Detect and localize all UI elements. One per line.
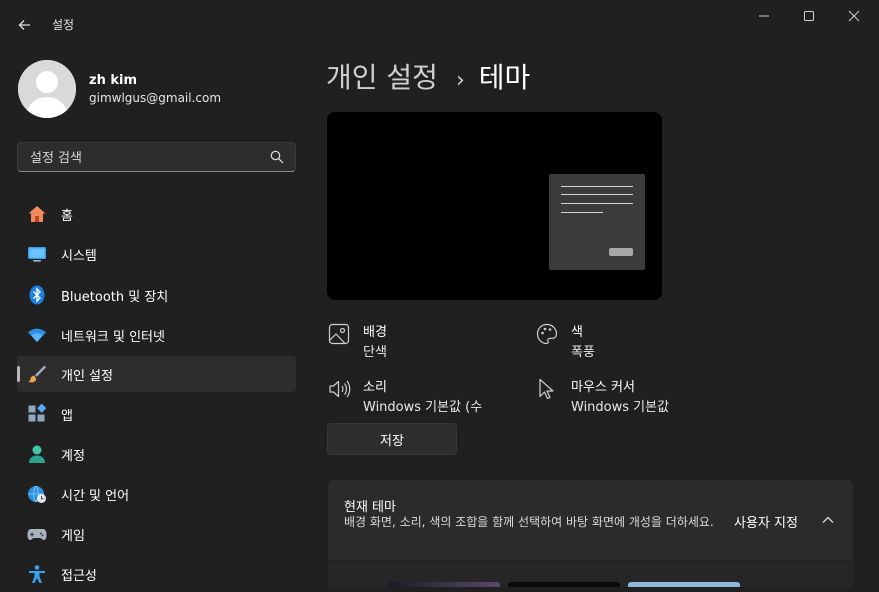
nav-item-system[interactable]: 시스템 (17, 236, 296, 272)
nav-label-system: 시스템 (61, 249, 97, 264)
palette-icon (536, 323, 558, 345)
accessibility-icon (29, 565, 45, 583)
nav-label-accounts: 계정 (61, 449, 85, 464)
nav-item-personalization[interactable]: 개인 설정 (17, 356, 296, 392)
nav-label-personalization: 개인 설정 (61, 369, 113, 384)
preview-window (549, 174, 645, 270)
nav-label-apps: 앱 (61, 409, 73, 424)
image-icon (328, 323, 350, 345)
save-button[interactable]: 저장 (327, 423, 457, 455)
minimize-button[interactable] (746, 6, 782, 30)
theme-thumbnail[interactable] (628, 582, 740, 587)
theme-thumbnail[interactable] (388, 582, 500, 587)
sound-title: 소리 (363, 380, 387, 395)
cursor-icon (539, 378, 554, 400)
color-title: 색 (571, 325, 583, 340)
nav-label-bluetooth: Bluetooth 및 장치 (61, 290, 169, 305)
cursor-value: Windows 기본값 (571, 400, 670, 415)
sound-value: Windows 기본값 (수 (363, 400, 483, 415)
nav-item-bluetooth[interactable]: Bluetooth 및 장치 (17, 277, 296, 313)
close-icon (848, 10, 860, 22)
back-arrow-icon (18, 20, 30, 30)
background-value: 단색 (363, 345, 387, 360)
nav-item-network[interactable]: 네트워크 및 인터넷 (17, 317, 296, 353)
account-icon (29, 445, 45, 463)
user-name: zh kim (89, 73, 137, 88)
speaker-icon (329, 380, 351, 398)
chevron-up-icon[interactable] (820, 512, 836, 528)
current-theme-value: 사용자 지정 (734, 516, 798, 531)
preview-button (609, 248, 633, 256)
search-box[interactable] (17, 142, 296, 172)
nav-label-gaming: 게임 (61, 529, 85, 544)
selection-indicator (17, 366, 20, 382)
wifi-icon (28, 328, 46, 342)
cursor-title: 마우스 커서 (571, 380, 635, 395)
maximize-button[interactable] (791, 6, 827, 30)
maximize-icon (804, 11, 814, 21)
background-setting[interactable]: 배경 단색 (327, 321, 517, 365)
current-theme-card[interactable]: 현재 테마 배경 화면, 소리, 색의 조합을 함께 선택하여 바탕 화면에 개… (328, 480, 853, 560)
nav-label-accessibility: 접근성 (61, 569, 97, 584)
page-title: 테마 (478, 61, 531, 94)
nav-label-time-language: 시간 및 언어 (61, 489, 130, 504)
nav-item-home[interactable]: 홈 (17, 196, 296, 232)
nav-item-apps[interactable]: 앱 (17, 396, 296, 432)
sound-setting[interactable]: 소리 Windows 기본값 (수 (327, 376, 517, 420)
color-value: 폭풍 (571, 345, 595, 360)
color-setting[interactable]: 색 폭풍 (535, 321, 725, 365)
nav-item-time-language[interactable]: 시간 및 언어 (17, 476, 296, 512)
person-silhouette-icon (18, 60, 76, 118)
breadcrumb-parent[interactable]: 개인 설정 (326, 61, 438, 94)
system-icon (28, 247, 46, 262)
brush-icon (28, 365, 46, 383)
globe-clock-icon (28, 485, 46, 503)
breadcrumb-separator: › (455, 68, 465, 93)
back-button[interactable] (14, 14, 36, 36)
minimize-icon (759, 15, 769, 17)
home-icon (28, 206, 46, 222)
nav-item-gaming[interactable]: 게임 (17, 516, 296, 552)
cursor-setting[interactable]: 마우스 커서 Windows 기본값 (535, 376, 725, 420)
current-theme-title: 현재 테마 (344, 500, 396, 515)
window-title: 설정 (52, 18, 75, 32)
nav-label-home: 홈 (61, 209, 73, 224)
gamepad-icon (27, 529, 47, 540)
background-title: 배경 (363, 325, 387, 340)
bluetooth-icon (29, 285, 45, 305)
avatar[interactable] (18, 60, 76, 118)
user-email: gimwlgus@gmail.com (89, 91, 222, 105)
search-input[interactable] (28, 148, 262, 168)
nav-item-accounts[interactable]: 계정 (17, 436, 296, 472)
current-theme-description: 배경 화면, 소리, 색의 조합을 함께 선택하여 바탕 화면에 개성을 더하세… (344, 515, 714, 529)
nav-label-network: 네트워크 및 인터넷 (61, 330, 165, 345)
theme-preview (327, 112, 662, 300)
close-button[interactable] (836, 6, 872, 30)
breadcrumb: 개인 설정 › 테마 (326, 56, 530, 96)
theme-thumbnail[interactable] (508, 582, 620, 587)
apps-icon (28, 404, 47, 422)
search-icon[interactable] (269, 149, 285, 165)
